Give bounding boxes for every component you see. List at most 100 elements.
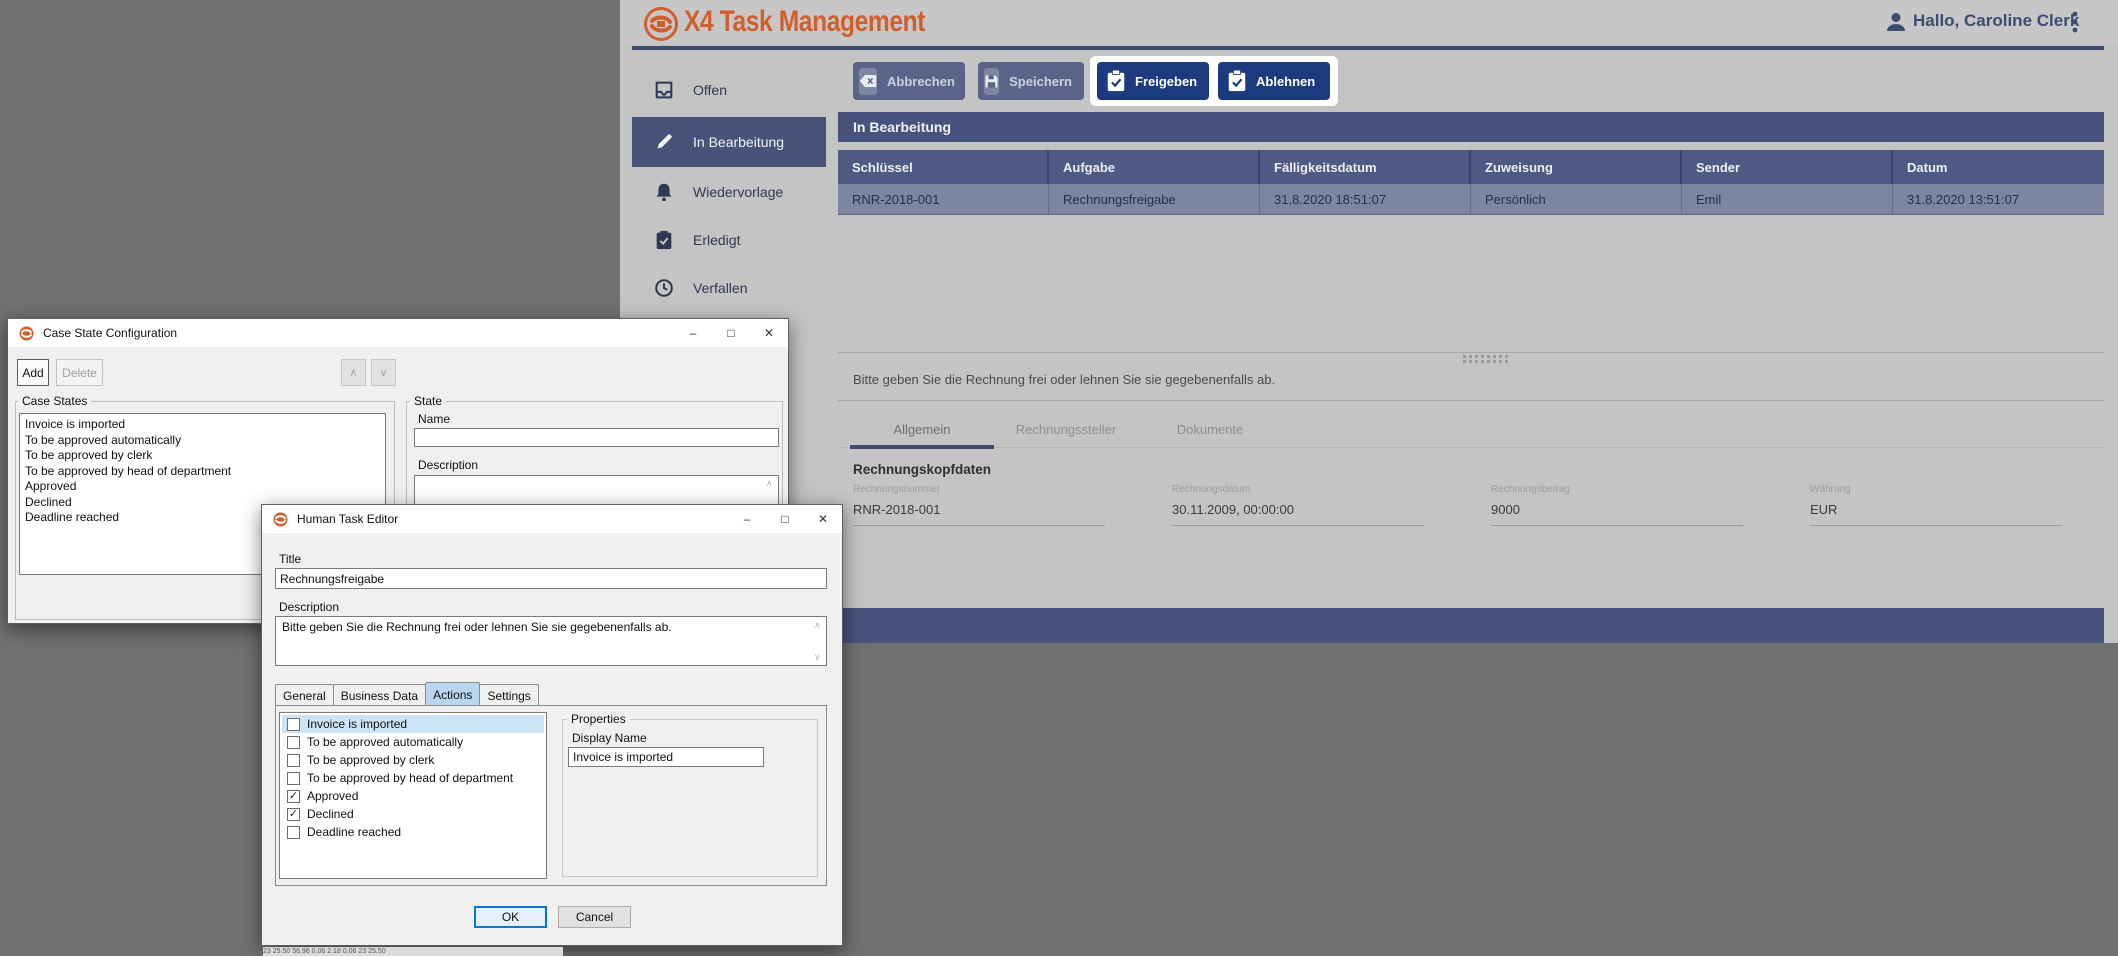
active-tab-underline [850, 445, 994, 449]
action-row[interactable]: To be approved by clerk [282, 751, 544, 769]
tab-general[interactable]: General [275, 684, 334, 706]
table-header-row: Schlüssel Aufgabe Fälligkeitsdatum Zuwei… [838, 150, 2104, 184]
actions-checkbox-list[interactable]: Invoice is imported To be approved autom… [279, 712, 547, 879]
list-item[interactable]: To be approved automatically [25, 433, 385, 449]
sidebar-item-offen[interactable]: Offen [632, 65, 826, 115]
tab-business-data[interactable]: Business Data [333, 684, 426, 706]
save-task-button[interactable]: Speichern [978, 62, 1084, 100]
sidebar-item-wiedervorlage[interactable]: Wiedervorlage [632, 167, 826, 217]
action-label: Approved [307, 789, 358, 803]
tab-actions[interactable]: Actions [425, 682, 480, 706]
splitter-drag-handle[interactable] [1463, 355, 1508, 363]
field-rechnungsdatum[interactable]: Rechnungsdatum 30.11.2009, 00:00:00 [1172, 484, 1424, 526]
cell-sender: Emil [1682, 184, 1893, 214]
sidebar-item-label: Verfallen [693, 280, 747, 296]
scroll-up-icon[interactable]: ∧ [766, 478, 773, 489]
maximize-icon[interactable]: □ [712, 319, 750, 347]
tab-settings[interactable]: Settings [479, 684, 538, 706]
section-title: In Bearbeitung [853, 119, 951, 135]
sidebar-item-erledigt[interactable]: Erledigt [632, 215, 826, 265]
tab-label: Allgemein [893, 422, 950, 437]
minimize-icon[interactable]: – [674, 319, 712, 347]
description-label: Description [414, 458, 482, 472]
field-rechnungsnummer[interactable]: Rechnungsnummer RNR-2018-001 [853, 484, 1105, 526]
checkbox-icon[interactable] [287, 736, 300, 749]
tab-label: Actions [433, 688, 472, 702]
action-label: To be approved by head of department [307, 771, 513, 785]
table-row[interactable]: RNR-2018-001 Rechnungsfreigabe 31.8.2020… [838, 184, 2104, 215]
checkbox-icon[interactable] [287, 772, 300, 785]
column-header[interactable]: Zuweisung [1471, 150, 1682, 184]
button-label: Speichern [1009, 74, 1072, 89]
list-item[interactable]: To be approved by clerk [25, 448, 385, 464]
sidebar-item-in-bearbeitung[interactable]: In Bearbeitung [632, 117, 826, 167]
column-header[interactable]: Aufgabe [1049, 150, 1260, 184]
inbox-icon [653, 79, 675, 101]
state-group-label: State [410, 394, 446, 408]
approve-button[interactable]: Freigeben [1097, 62, 1209, 100]
sidebar-item-label: Erledigt [693, 232, 740, 248]
kebab-menu-icon[interactable] [2072, 11, 2078, 33]
dialog-title: Case State Configuration [43, 326, 177, 340]
column-header[interactable]: Datum [1893, 150, 2104, 184]
action-label: Deadline reached [307, 825, 401, 839]
scroll-down-icon[interactable]: ∨ [814, 652, 821, 663]
button-label: Abbrechen [887, 74, 955, 89]
state-name-input[interactable] [414, 428, 779, 447]
field-label: Rechnungsdatum [1172, 484, 1424, 495]
close-icon[interactable]: ✕ [750, 319, 788, 347]
list-item[interactable]: Approved [25, 479, 385, 495]
action-label: To be approved automatically [307, 735, 463, 749]
field-value: 9000 [1491, 502, 1743, 517]
backspace-x-icon [859, 68, 877, 95]
add-state-button[interactable]: Add [17, 359, 49, 386]
checkbox-icon[interactable] [287, 718, 300, 731]
field-rechnungsbetrag[interactable]: Rechnungsbetrag 9000 [1491, 484, 1743, 526]
desktop: X4 Task Management Hallo, Caroline Clerk… [0, 0, 2118, 956]
tab-allgemein[interactable]: Allgemein [850, 412, 994, 446]
display-name-input[interactable]: Invoice is imported [568, 747, 764, 767]
title-label: Title [275, 552, 305, 566]
scroll-up-icon[interactable]: ∧ [814, 620, 821, 631]
app-title: X4 Task Management [684, 5, 925, 39]
action-label: Invoice is imported [307, 717, 407, 731]
checkbox-icon[interactable]: ✓ [287, 790, 300, 803]
tab-dokumente[interactable]: Dokumente [1138, 412, 1282, 446]
list-item[interactable]: Invoice is imported [25, 417, 385, 433]
task-description-input[interactable]: Bitte geben Sie die Rechnung frei oder l… [275, 616, 827, 666]
cancel-button[interactable]: Cancel [558, 906, 631, 928]
action-row[interactable]: ✓ Declined [282, 805, 544, 823]
move-up-button[interactable]: ∧ [341, 359, 366, 386]
action-row[interactable]: To be approved by head of department [282, 769, 544, 787]
sidebar-item-verfallen[interactable]: Verfallen [632, 263, 826, 313]
column-header[interactable]: Sender [1682, 150, 1893, 184]
button-label: Freigeben [1135, 74, 1197, 89]
checkbox-icon[interactable] [287, 754, 300, 767]
action-row[interactable]: ✓ Approved [282, 787, 544, 805]
cancel-task-button[interactable]: Abbrechen [853, 62, 965, 100]
tab-rechnungssteller[interactable]: Rechnungssteller [994, 412, 1138, 446]
header-rule [632, 46, 2104, 50]
delete-state-button[interactable]: Delete [56, 359, 103, 386]
checkbox-icon[interactable] [287, 826, 300, 839]
maximize-icon[interactable]: □ [766, 505, 804, 533]
action-row[interactable]: Deadline reached [282, 823, 544, 841]
move-down-button[interactable]: ∨ [371, 359, 396, 386]
user-greeting: Hallo, Caroline Clerk [1913, 11, 2079, 31]
field-underline [1810, 525, 2062, 526]
checkbox-icon[interactable]: ✓ [287, 808, 300, 821]
tab-label: General [283, 689, 326, 703]
action-row[interactable]: To be approved automatically [282, 733, 544, 751]
task-title-input[interactable]: Rechnungsfreigabe [275, 568, 827, 589]
field-waehrung[interactable]: Währung EUR [1810, 484, 2062, 526]
minimize-icon[interactable]: – [728, 505, 766, 533]
field-underline [853, 525, 1105, 526]
list-item[interactable]: To be approved by head of department [25, 464, 385, 480]
close-icon[interactable]: ✕ [804, 505, 842, 533]
decline-button[interactable]: Ablehnen [1218, 62, 1330, 100]
cell-aufgabe: Rechnungsfreigabe [1049, 184, 1260, 214]
column-header[interactable]: Schlüssel [838, 150, 1049, 184]
column-header[interactable]: Fälligkeitsdatum [1260, 150, 1471, 184]
action-row[interactable]: Invoice is imported [282, 715, 544, 733]
ok-button[interactable]: OK [474, 906, 547, 928]
